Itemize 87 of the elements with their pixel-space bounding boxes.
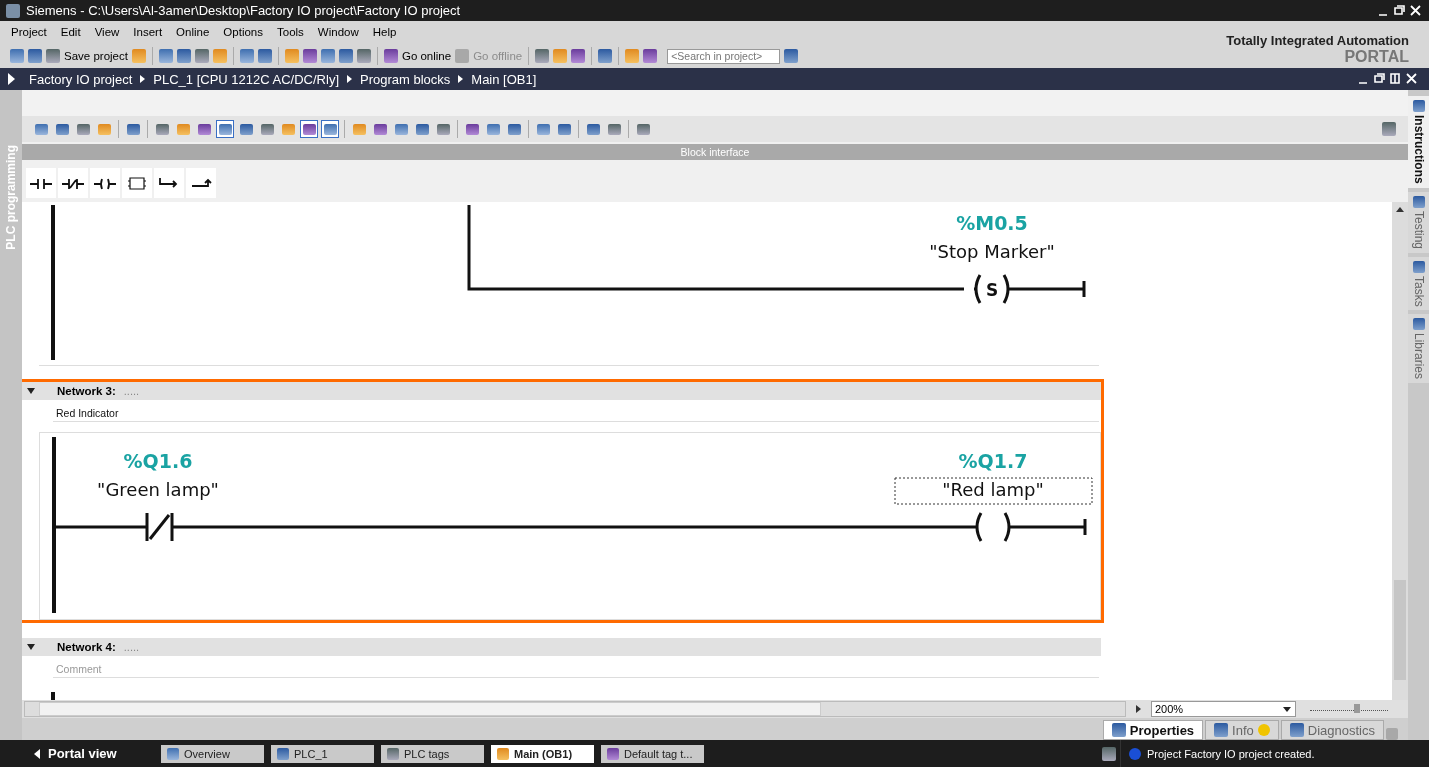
tag-address: %Q1.7 (958, 450, 1028, 472)
portal-view-button[interactable]: Portal view (0, 746, 154, 761)
toolbar-icon[interactable] (158, 49, 173, 63)
editor-tab[interactable]: Main (OB1) (491, 744, 594, 763)
box-icon (126, 176, 148, 190)
toolbar-icon[interactable] (28, 49, 42, 63)
contact-icon (30, 176, 52, 190)
coil-letter: S (985, 280, 999, 300)
tag-address: %Q1.6 (123, 450, 193, 472)
toolbar-button[interactable]: Save project (46, 49, 128, 63)
branch-close-icon (190, 176, 212, 190)
ladder-tool-button[interactable] (90, 168, 120, 198)
menu-item[interactable]: Project (4, 26, 54, 44)
toolbar-icon[interactable] (320, 49, 335, 63)
network-title: Network 4: (57, 641, 116, 653)
zoom-dropdown[interactable]: 200% (1151, 701, 1296, 717)
brand-title: Totally Integrated Automation (1225, 33, 1409, 48)
toolbar-icon[interactable] (176, 49, 191, 63)
zoom-slider[interactable] (1310, 704, 1388, 714)
side-tab[interactable]: Libraries (1408, 314, 1429, 384)
editor-tab[interactable]: PLC_1 (271, 744, 374, 763)
toolbar-icon[interactable] (356, 49, 371, 63)
coil-symbol[interactable] (972, 273, 1086, 305)
toolbar-icon[interactable] (598, 49, 613, 63)
menu-item[interactable]: Online (169, 26, 217, 44)
binoculars-icon[interactable] (784, 49, 799, 63)
side-tab[interactable]: Instructions (1408, 96, 1429, 188)
breadcrumb-item[interactable]: Program blocks (360, 71, 451, 87)
message-icon[interactable] (1102, 746, 1116, 761)
menu-item[interactable]: View (87, 26, 127, 44)
ladder-tool-button[interactable] (26, 168, 56, 198)
horizontal-scrollbar[interactable] (24, 701, 1126, 717)
scroll-right-icon[interactable] (1136, 705, 1141, 713)
coil-symbol[interactable] (973, 511, 1087, 543)
inspector-tab[interactable]: Diagnostics (1280, 720, 1384, 740)
tag-address: %M0.5 (956, 212, 1028, 234)
breadcrumb-item[interactable]: Factory IO project (29, 71, 133, 87)
tag-name[interactable]: "Green lamp" (97, 479, 219, 500)
contact-symbol[interactable] (143, 511, 176, 543)
toolbar-icon[interactable] (239, 49, 254, 63)
ladder-tool-button[interactable] (186, 168, 216, 198)
toolbar-icon[interactable] (10, 49, 24, 63)
breadcrumb-item[interactable]: PLC_1 [CPU 1212C AC/DC/Rly] (153, 71, 339, 87)
tag-name[interactable]: "Stop Marker" (929, 241, 1055, 262)
panel-icon[interactable] (1382, 122, 1396, 136)
toolbar-icon[interactable] (257, 49, 272, 63)
window-controls-icon[interactable] (1357, 73, 1419, 85)
toolbar-icon[interactable] (302, 49, 317, 63)
app-logo-icon (6, 3, 20, 18)
editor-tab[interactable]: Default tag t... (601, 744, 704, 763)
breadcrumb-item[interactable]: Main [OB1] (471, 71, 537, 87)
editor-tool-icon[interactable] (321, 120, 339, 138)
collapse-icon[interactable] (27, 388, 35, 394)
inspector-tab[interactable]: Info (1205, 720, 1279, 740)
collapse-icon[interactable] (27, 644, 35, 650)
toolbar-icon[interactable] (643, 49, 658, 63)
inspector-tab[interactable]: Properties (1102, 720, 1204, 740)
search-field[interactable]: <Search in project> (667, 48, 781, 64)
menu-item[interactable]: Edit (53, 26, 88, 44)
tag-name[interactable]: "Red lamp" (942, 479, 1044, 500)
window-controls-icon[interactable] (1377, 4, 1421, 17)
menu-item[interactable]: Options (216, 26, 270, 44)
toolbar-icon[interactable] (338, 49, 353, 63)
menu-item[interactable]: Help (365, 26, 404, 44)
menu-item[interactable]: Tools (270, 26, 311, 44)
network-title: Network 3: (57, 385, 116, 397)
side-tab[interactable]: Testing (1408, 191, 1429, 253)
status-message: Project Factory IO project created. (1120, 740, 1429, 767)
branch-icon (158, 176, 180, 190)
window-title: Siemens - C:\Users\Al-3amer\Desktop\Factory IO project\Factory IO project (26, 3, 461, 18)
editor-tab[interactable]: PLC tags (381, 744, 484, 763)
toolbar-button[interactable]: Go online (383, 49, 452, 63)
toolbar-icon[interactable] (194, 49, 209, 63)
editor-tab[interactable]: Overview (161, 744, 264, 763)
vertical-scrollbar[interactable] (1392, 202, 1408, 700)
closed-contact-icon (62, 176, 84, 190)
ladder-tool-button[interactable] (58, 168, 88, 198)
menu-item[interactable]: Window (310, 26, 366, 44)
coil-icon (94, 176, 116, 190)
menu-item[interactable]: Insert (126, 26, 170, 44)
side-tab[interactable]: Tasks (1408, 256, 1429, 311)
brand-subtitle: PORTAL (1343, 48, 1409, 66)
toolbar-icon[interactable] (535, 49, 550, 63)
editor-tool-icon[interactable] (300, 120, 318, 138)
editor-tool-icon[interactable] (216, 120, 234, 138)
ladder-tool-button[interactable] (154, 168, 184, 198)
toolbar-icon[interactable] (571, 49, 586, 63)
